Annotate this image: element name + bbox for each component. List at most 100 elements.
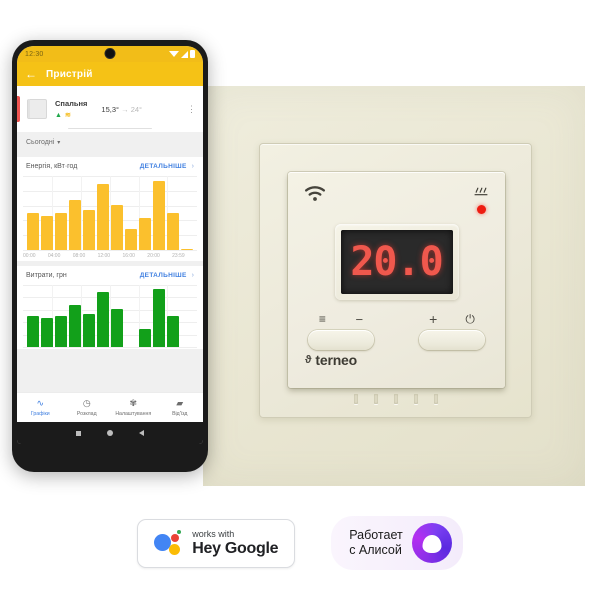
x-tick-label: 23:59 bbox=[172, 253, 185, 259]
x-tick-label: 12:00 bbox=[97, 253, 111, 259]
cost-chart-card: Витрати, грн ДЕТАЛЬНІШЕ › bbox=[17, 266, 203, 349]
circle-home-icon[interactable] bbox=[107, 430, 113, 436]
chart-bar bbox=[69, 199, 81, 250]
left-rocker-button[interactable] bbox=[308, 330, 374, 350]
chart-bar bbox=[97, 183, 109, 250]
energy-chart-header: Енергія, кВт·год ДЕТАЛЬНІШЕ › bbox=[17, 163, 203, 170]
nav-item-label: Графіки bbox=[30, 411, 50, 417]
chart-bar bbox=[41, 215, 53, 250]
thermostat-photo: 20.0 ≡ − + ⏻ ϑ terneo bbox=[203, 86, 585, 486]
chart-bar bbox=[83, 210, 95, 250]
status-icons bbox=[169, 50, 195, 58]
nav-item-briefcase[interactable]: ▰ Від'їзд bbox=[157, 398, 204, 417]
cost-details-link[interactable]: ДЕТАЛЬНІШЕ bbox=[140, 272, 187, 279]
bottom-navigation: ∿ Графіки ◷ Розклад ✾ Налаштування ▰ Від'їзд bbox=[17, 392, 203, 422]
x-tick-label: 20:00 bbox=[147, 253, 160, 259]
energy-details-link[interactable]: ДЕТАЛЬНІШЕ bbox=[140, 163, 187, 170]
chart-bar bbox=[111, 205, 123, 250]
temperature-value: 20.0 bbox=[350, 239, 443, 285]
briefcase-icon: ▰ bbox=[176, 398, 184, 408]
nav-item-gear[interactable]: ✾ Налаштування bbox=[110, 398, 157, 417]
clock-icon: ◷ bbox=[82, 398, 91, 408]
line-chart-icon: ∿ bbox=[36, 398, 45, 408]
nav-item-clock[interactable]: ◷ Розклад bbox=[64, 398, 111, 417]
device-temperatures: 15,3° → 24° bbox=[101, 105, 142, 114]
energy-chart-xaxis: 00:00 04:00 08:00 12:00 16:00 20:00 23:59 bbox=[23, 253, 197, 259]
cost-chart-plot bbox=[23, 285, 197, 348]
energy-chart-title: Енергія, кВт·год bbox=[26, 163, 78, 170]
device-card[interactable]: Спальня ▲ ≋ 15,3° → 24° ⋮ bbox=[17, 86, 203, 132]
power-icon: ⏻ bbox=[465, 311, 475, 326]
chevron-right-icon[interactable]: › bbox=[192, 272, 194, 279]
plus-icon: + bbox=[429, 311, 438, 327]
yandex-alice-icon bbox=[411, 523, 452, 563]
chart-bar bbox=[97, 291, 109, 347]
chart-bar bbox=[69, 304, 81, 347]
lcd-display: 20.0 bbox=[340, 230, 453, 294]
device-name: Спальня bbox=[55, 99, 88, 108]
works-with-alice-badge[interactable]: Работает с Алисой bbox=[331, 516, 463, 570]
chart-bar bbox=[27, 316, 39, 347]
wifi-icon: ▲ bbox=[55, 111, 62, 119]
energy-chart-card: Енергія, кВт·год ДЕТАЛЬНІШЕ › 00:00 04:00… bbox=[17, 157, 203, 261]
chart-bar bbox=[153, 181, 165, 250]
phone-screen: 12:30 ← Пристрій Спальня ▲ ≋ 15,3° → 24°… bbox=[17, 46, 203, 444]
chart-bar bbox=[139, 218, 151, 250]
brand-logo: ϑ terneo bbox=[305, 352, 357, 368]
chart-bar bbox=[139, 329, 151, 347]
terneo-mark-icon: ϑ bbox=[305, 354, 312, 366]
square-recents-icon[interactable] bbox=[76, 430, 81, 436]
chart-bar bbox=[55, 213, 67, 250]
kebab-menu-icon[interactable]: ⋮ bbox=[187, 104, 196, 114]
back-arrow-icon[interactable]: ← bbox=[25, 68, 37, 80]
gridline bbox=[23, 250, 197, 251]
alice-badge-text: Работает с Алисой bbox=[349, 528, 403, 558]
period-selector[interactable]: Сьогодні ▾ bbox=[17, 132, 203, 152]
card-handle bbox=[68, 127, 152, 129]
heating-icon: ≋ bbox=[64, 112, 71, 119]
device-status-row: ▲ ≋ bbox=[55, 111, 87, 120]
left-button-group[interactable]: ≡ − bbox=[304, 312, 378, 350]
gridline bbox=[23, 347, 197, 348]
nav-item-line-chart[interactable]: ∿ Графіки bbox=[17, 398, 64, 417]
brand-name: terneo bbox=[315, 352, 357, 368]
target-temperature: 24° bbox=[130, 104, 143, 114]
partner-badges: works with Hey Google Работает с Алисой bbox=[0, 516, 600, 570]
nav-item-label: Налаштування bbox=[115, 411, 152, 417]
triangle-back-icon[interactable] bbox=[139, 430, 144, 436]
right-button-icons: + ⏻ bbox=[415, 311, 489, 327]
menu-icon: ≡ bbox=[318, 312, 326, 326]
nav-item-label: Розклад bbox=[76, 411, 97, 417]
cost-chart-title: Витрати, грн bbox=[26, 272, 67, 279]
app-bar: ← Пристрій bbox=[17, 62, 203, 86]
google-badge-line1: works with bbox=[192, 528, 235, 539]
period-label: Сьогодні bbox=[26, 138, 55, 146]
red-led-indicator bbox=[476, 205, 486, 214]
works-with-hey-google-badge[interactable]: works with Hey Google bbox=[137, 518, 296, 568]
bar-series bbox=[27, 285, 193, 347]
battery-icon bbox=[190, 50, 195, 58]
wifi-icon bbox=[169, 51, 179, 57]
chart-bar bbox=[41, 318, 53, 347]
system-navigation-bar bbox=[17, 422, 203, 444]
chart-bar bbox=[55, 316, 67, 347]
status-clock: 12:30 bbox=[25, 50, 44, 58]
x-tick-label: 00:00 bbox=[23, 253, 36, 259]
chevron-right-icon[interactable]: › bbox=[192, 163, 194, 170]
vent-slots bbox=[353, 394, 438, 404]
status-bar: 12:30 bbox=[17, 46, 203, 62]
right-button-group[interactable]: + ⏻ bbox=[415, 311, 489, 350]
chart-bar bbox=[181, 248, 193, 250]
status-stripe bbox=[17, 96, 20, 122]
chart-bar bbox=[111, 309, 123, 347]
left-button-icons: ≡ − bbox=[304, 312, 378, 327]
right-rocker-button[interactable] bbox=[419, 330, 485, 350]
heating-indicator-group bbox=[473, 184, 489, 214]
x-tick-label: 08:00 bbox=[72, 253, 86, 259]
wifi-icon bbox=[304, 186, 326, 202]
energy-chart-plot bbox=[23, 176, 197, 251]
google-assistant-icon bbox=[154, 530, 182, 556]
chart-bar bbox=[153, 289, 165, 347]
thermostat-screen-bezel: 20.0 bbox=[334, 224, 459, 300]
thermostat-body: 20.0 ≡ − + ⏻ ϑ terneo bbox=[288, 172, 505, 388]
